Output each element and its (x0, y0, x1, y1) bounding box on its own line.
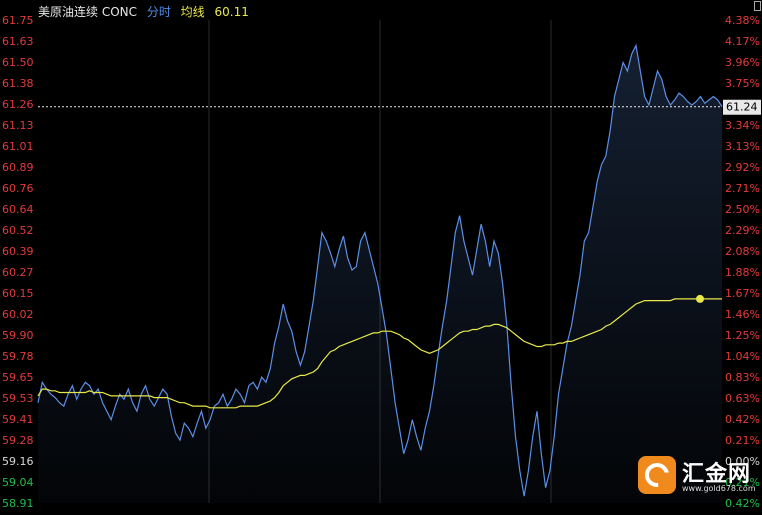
left-tick-label: 59.90 (2, 329, 34, 342)
right-tick-label: 1.67% (725, 287, 760, 300)
right-tick-label: 3.96% (725, 56, 760, 69)
left-tick-label: 59.53 (2, 392, 34, 405)
window-corner-button[interactable] (754, 1, 761, 11)
right-tick-label: 3.13% (725, 140, 760, 153)
chart-header: 美原油连续 CONC 分时 均线 60.11 (38, 3, 255, 20)
left-tick-label: 61.01 (2, 140, 34, 153)
right-tick-label: 3.75% (725, 77, 760, 90)
average-label: 均线 (180, 5, 205, 19)
right-tick-label: 0.42% (725, 497, 760, 510)
right-tick-label: 0.63% (725, 392, 760, 405)
left-tick-label: 60.64 (2, 203, 34, 216)
right-tick-label: 4.17% (725, 35, 760, 48)
right-tick-label: 2.92% (725, 161, 760, 174)
instrument-name: 美原油连续 CONC (38, 5, 137, 19)
left-tick-label: 59.78 (2, 350, 34, 363)
right-tick-label: 3.34% (725, 119, 760, 132)
right-tick-label: 1.88% (725, 266, 760, 279)
right-tick-label: 1.46% (725, 308, 760, 321)
last-price-box: 61.24 (723, 99, 761, 115)
right-tick-label: 2.29% (725, 224, 760, 237)
left-tick-label: 60.39 (2, 245, 34, 258)
right-tick-label: 4.38% (725, 14, 760, 27)
left-tick-label: 61.63 (2, 35, 34, 48)
average-end-marker (696, 294, 704, 303)
left-tick-label: 61.26 (2, 98, 34, 111)
right-tick-label: 1.04% (725, 350, 760, 363)
left-tick-label: 59.04 (2, 476, 34, 489)
last-price-box-text: 61.24 (726, 101, 758, 114)
right-tick-label: 0.42% (725, 413, 760, 426)
right-tick-label: 0.83% (725, 371, 760, 384)
left-tick-label: 59.16 (2, 455, 34, 468)
average-value: 60.11 (214, 5, 249, 19)
left-price-axis: 61.75 61.63 61.50 61.38 61.26 61.13 61.01 60.89… (2, 14, 34, 510)
left-tick-label: 61.38 (2, 77, 34, 90)
left-tick-label: 60.27 (2, 266, 34, 279)
right-tick-label: 0.21% (725, 434, 760, 447)
right-tick-label: 2.71% (725, 182, 760, 195)
gold-logo-icon (638, 456, 676, 494)
mode-label[interactable]: 分时 (147, 5, 171, 19)
left-tick-label: 58.91 (2, 497, 34, 510)
left-tick-label: 60.89 (2, 161, 34, 174)
left-tick-label: 60.15 (2, 287, 34, 300)
left-tick-label: 59.28 (2, 434, 34, 447)
right-percent-axis: 4.38%4.17%3.96%3.75%3.54%3.34%3.13%2.92%… (725, 14, 760, 510)
watermark: 汇金网 www.gold678.com (638, 456, 760, 496)
watermark-subtitle: www.gold678.com (682, 484, 756, 493)
left-tick-label: 60.76 (2, 182, 34, 195)
left-tick-label: 59.65 (2, 371, 34, 384)
intraday-chart: 61.75 61.63 61.50 61.38 61.26 61.13 61.01 60.89… (2, 14, 761, 510)
left-tick-label: 59.41 (2, 413, 34, 426)
left-tick-label: 60.52 (2, 224, 34, 237)
left-tick-label: 61.13 (2, 119, 34, 132)
right-tick-label: 1.25% (725, 329, 760, 342)
right-tick-label: 2.50% (725, 203, 760, 216)
right-tick-label: 2.08% (725, 245, 760, 258)
left-tick-label: 60.02 (2, 308, 34, 321)
left-tick-label: 61.50 (2, 56, 34, 69)
left-tick-label: 61.75 (2, 14, 34, 27)
